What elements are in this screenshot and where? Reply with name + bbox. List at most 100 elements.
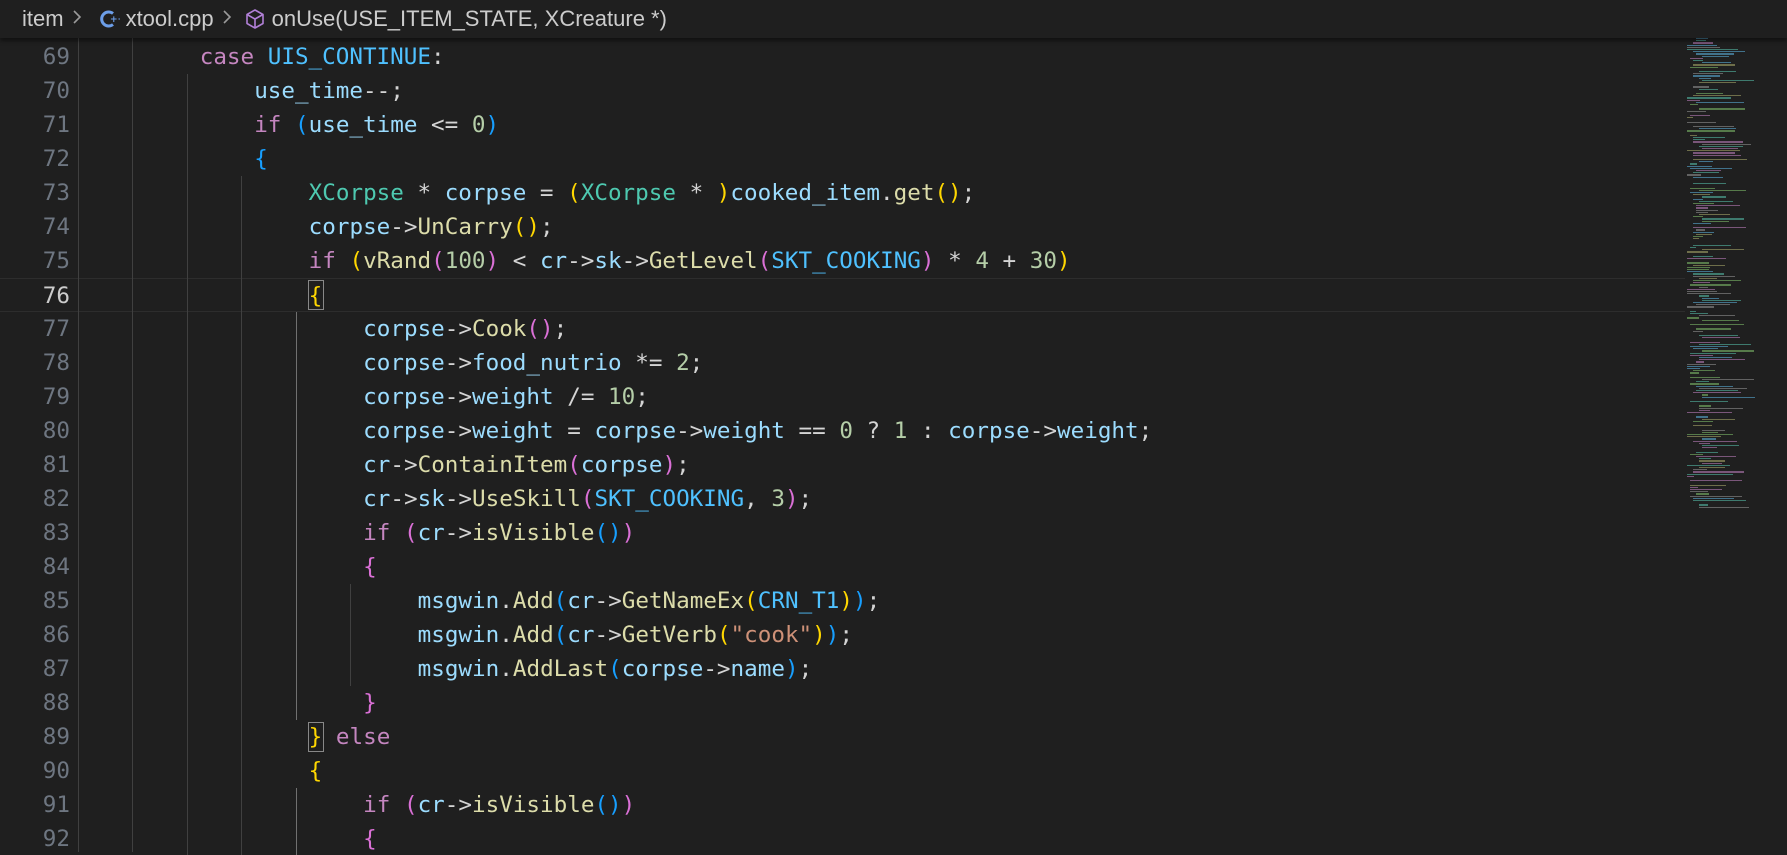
code-token: {	[308, 758, 323, 784]
code-token: GetNameEx	[621, 588, 745, 614]
code-line[interactable]: 69 case UIS_CONTINUE:	[0, 40, 1685, 74]
code-line[interactable]: 74 corpse->UnCarry();	[0, 210, 1685, 244]
minimap-line	[1699, 128, 1736, 130]
minimap-line	[1702, 337, 1740, 339]
code-token: cr	[417, 520, 445, 546]
code-line[interactable]: 82 cr->sk->UseSkill(SKT_COOKING, 3);	[0, 482, 1685, 516]
minimap-line	[1687, 269, 1709, 271]
minimap-line	[1687, 271, 1713, 273]
code-token: )	[716, 180, 731, 206]
code-token: corpse	[363, 350, 445, 376]
minimap-line	[1696, 233, 1713, 235]
code-token: .	[499, 656, 513, 682]
minimap-line	[1696, 451, 1719, 453]
code-token: GetLevel	[648, 248, 758, 274]
code-token: )	[485, 248, 500, 274]
breadcrumb-folder-label: item	[22, 6, 64, 31]
minimap-line	[1702, 148, 1739, 150]
minimap-line	[1702, 218, 1745, 220]
code-token: SKT_COOKING	[594, 486, 745, 512]
code-token: ()	[594, 520, 622, 546]
breadcrumb-item-symbol[interactable]: onUse(USE_ITEM_STATE, XCreature *)	[244, 6, 667, 32]
minimap-line	[1693, 440, 1738, 442]
line-number: 74	[42, 214, 70, 240]
minimap-line	[1699, 343, 1752, 345]
minimap-line	[1693, 238, 1700, 240]
minimap-line	[1699, 506, 1749, 508]
code-line[interactable]: 90 {	[0, 754, 1685, 788]
code-token: .	[499, 588, 513, 614]
code-line[interactable]: 75 if (vRand(100) < cr->sk->GetLevel(SKT_…	[0, 244, 1685, 278]
code-line[interactable]: 73 XCorpse * corpse = (XCorpse * )cooked_…	[0, 176, 1685, 210]
minimap-line	[1687, 121, 1716, 123]
code-text: msgwin.Add(cr->GetNameEx(CRN_T1));	[418, 584, 881, 618]
code-line[interactable]: 81 cr->ContainItem(corpse);	[0, 448, 1685, 482]
minimap-line	[1702, 55, 1730, 57]
breadcrumb-item-file[interactable]: ++ xtool.cpp	[98, 6, 214, 32]
code-line[interactable]: 87 msgwin.AddLast(corpse->name);	[0, 652, 1685, 686]
minimap-line	[1693, 497, 1734, 499]
code-line[interactable]: 78 corpse->food_nutrio *= 2;	[0, 346, 1685, 380]
indent-guide	[132, 38, 134, 852]
minimap-line	[1693, 176, 1724, 178]
code-token: Add	[512, 588, 554, 614]
minimap-line	[1690, 491, 1708, 493]
code-token: ?	[852, 418, 894, 444]
minimap-line	[1702, 350, 1754, 352]
minimap-line	[1699, 214, 1731, 216]
code-line[interactable]: 92 {	[0, 822, 1685, 855]
code-token: msgwin	[417, 588, 500, 614]
code-text: if (cr->isVisible())	[363, 516, 635, 550]
code-line[interactable]: 85 msgwin.Add(cr->GetNameEx(CRN_T1));	[0, 584, 1685, 618]
code-line[interactable]: 77 corpse->Cook();	[0, 312, 1685, 346]
code-token: isVisible	[472, 792, 595, 818]
breadcrumb-item-folder[interactable]: item	[22, 6, 64, 32]
code-token: ;	[553, 316, 568, 342]
minimap-line	[1699, 458, 1712, 460]
code-line[interactable]: 91 if (cr->isVisible())	[0, 788, 1685, 822]
code-line[interactable]: 76{	[0, 278, 1685, 312]
minimap-line	[1699, 405, 1712, 407]
code-line[interactable]: 84 {	[0, 550, 1685, 584]
minimap-line	[1702, 79, 1755, 81]
code-line[interactable]: 86 msgwin.Add(cr->GetVerb("cook"));	[0, 618, 1685, 652]
code-token: 100	[444, 248, 486, 274]
code-token: (	[580, 486, 595, 512]
minimap-line	[1696, 101, 1744, 103]
code-token: cr	[363, 452, 391, 478]
minimap-line	[1693, 330, 1704, 332]
code-token: ->	[444, 486, 473, 512]
code-line[interactable]: 70 use_time--;	[0, 74, 1685, 108]
minimap-line	[1693, 392, 1741, 394]
minimap-line	[1696, 205, 1740, 207]
minimap-line	[1696, 170, 1721, 172]
minimap-line	[1699, 145, 1743, 147]
code-line[interactable]: 71 if (use_time <= 0)	[0, 108, 1685, 142]
code-text: {	[309, 754, 323, 788]
minimap-line	[1699, 407, 1744, 409]
minimap-line	[1693, 348, 1718, 350]
code-line[interactable]: 79 corpse->weight /= 10;	[0, 380, 1685, 414]
code-line[interactable]: 83 if (cr->isVisible())	[0, 516, 1685, 550]
minimap-line	[1690, 401, 1728, 403]
code-line[interactable]: 72 {	[0, 142, 1685, 176]
code-editor[interactable]: 69 case UIS_CONTINUE: 70 use_time--; 71 if (u…	[0, 38, 1787, 855]
minimap-line	[1696, 38, 1708, 40]
code-line[interactable]: 88}	[0, 686, 1685, 720]
line-number: 89	[42, 724, 70, 750]
code-token: food_nutrio	[472, 350, 622, 376]
minimap[interactable]	[1685, 38, 1787, 855]
code-token: ContainItem	[417, 452, 568, 478]
code-token: ->	[594, 588, 622, 614]
code-line[interactable]: 89} else	[0, 720, 1685, 754]
code-token: name	[730, 656, 785, 682]
minimap-line	[1702, 379, 1754, 381]
code-token: UIS_CONTINUE	[267, 44, 431, 70]
code-token: )	[853, 588, 867, 614]
cpp-file-icon: ++	[98, 8, 120, 30]
code-token: {	[363, 826, 377, 852]
code-token: (	[553, 622, 568, 648]
minimap-line	[1702, 429, 1726, 431]
minimap-line	[1693, 273, 1724, 275]
code-line[interactable]: 80 corpse->weight = corpse->weight == 0 ?…	[0, 414, 1685, 448]
